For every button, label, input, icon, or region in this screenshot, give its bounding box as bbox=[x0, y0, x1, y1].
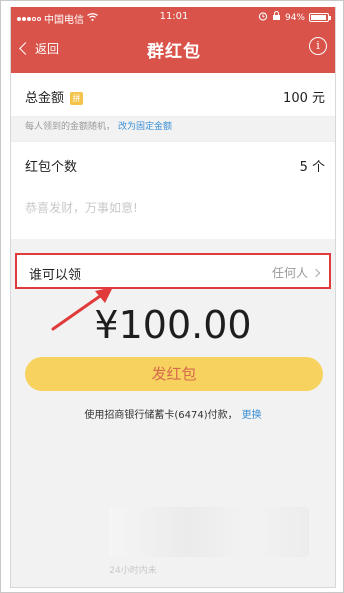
chevron-right-icon bbox=[311, 268, 321, 277]
payment-text: 使用招商银行储蓄卡(6474)付款， bbox=[84, 410, 238, 421]
alarm-icon bbox=[258, 11, 268, 24]
battery-level bbox=[311, 15, 327, 20]
fixed-amount-link[interactable]: 改为固定金额 bbox=[118, 122, 172, 132]
phone-screen: 中国电信 11:01 94% 返回 群红包 i 总金额 拼 100 元 每人领到… bbox=[10, 7, 336, 588]
status-bar: 中国电信 11:01 94% bbox=[11, 7, 335, 27]
battery-percent: 94% bbox=[284, 12, 305, 23]
app-header: 中国电信 11:01 94% 返回 群红包 i bbox=[11, 7, 335, 73]
hint-text: 每人领到的金额随机， bbox=[25, 122, 116, 132]
total-amount-row[interactable]: 总金额拼 100 元 bbox=[11, 73, 335, 117]
page-title: 群红包 bbox=[147, 42, 201, 62]
send-red-packet-button[interactable]: 发红包 bbox=[25, 357, 323, 391]
total-display: ¥100.00 bbox=[94, 303, 252, 347]
change-payment-link[interactable]: 更换 bbox=[242, 410, 262, 421]
packet-count-label: 红包个数 bbox=[25, 160, 78, 175]
screenshot-frame: 中国电信 11:01 94% 返回 群红包 i 总金额 拼 100 元 每人领到… bbox=[0, 0, 344, 593]
packet-count-row[interactable]: 红包个数 5 个 bbox=[11, 141, 335, 185]
total-amount-label: 总金额拼 bbox=[25, 87, 84, 106]
greeting-placeholder: 恭喜发财，万事如意! bbox=[25, 201, 138, 215]
nav-bar: 返回 群红包 i bbox=[11, 29, 335, 69]
battery-icon bbox=[309, 13, 331, 22]
who-can-claim-label: 谁可以领 bbox=[29, 268, 82, 283]
pin-badge: 拼 bbox=[70, 92, 84, 105]
who-can-claim-text: 任何人 bbox=[271, 266, 308, 280]
who-can-claim-value: 任何人 bbox=[271, 264, 321, 281]
footer-note: 24小时内未 bbox=[109, 566, 157, 576]
random-amount-hint: 每人领到的金额随机， 改为固定金额 bbox=[25, 119, 172, 132]
payment-method: 使用招商银行储蓄卡(6474)付款， 更换 bbox=[11, 406, 335, 421]
total-amount-label-text: 总金额 bbox=[25, 91, 65, 106]
blurred-watermark bbox=[109, 507, 309, 557]
status-right: 94% bbox=[258, 10, 331, 24]
greeting-message-field[interactable]: 恭喜发财，万事如意! bbox=[11, 181, 335, 239]
info-icon[interactable]: i bbox=[309, 37, 327, 55]
lock-rotation-icon bbox=[272, 10, 281, 24]
packet-count-value[interactable]: 5 个 bbox=[300, 156, 325, 175]
total-amount-value[interactable]: 100 元 bbox=[283, 87, 325, 106]
